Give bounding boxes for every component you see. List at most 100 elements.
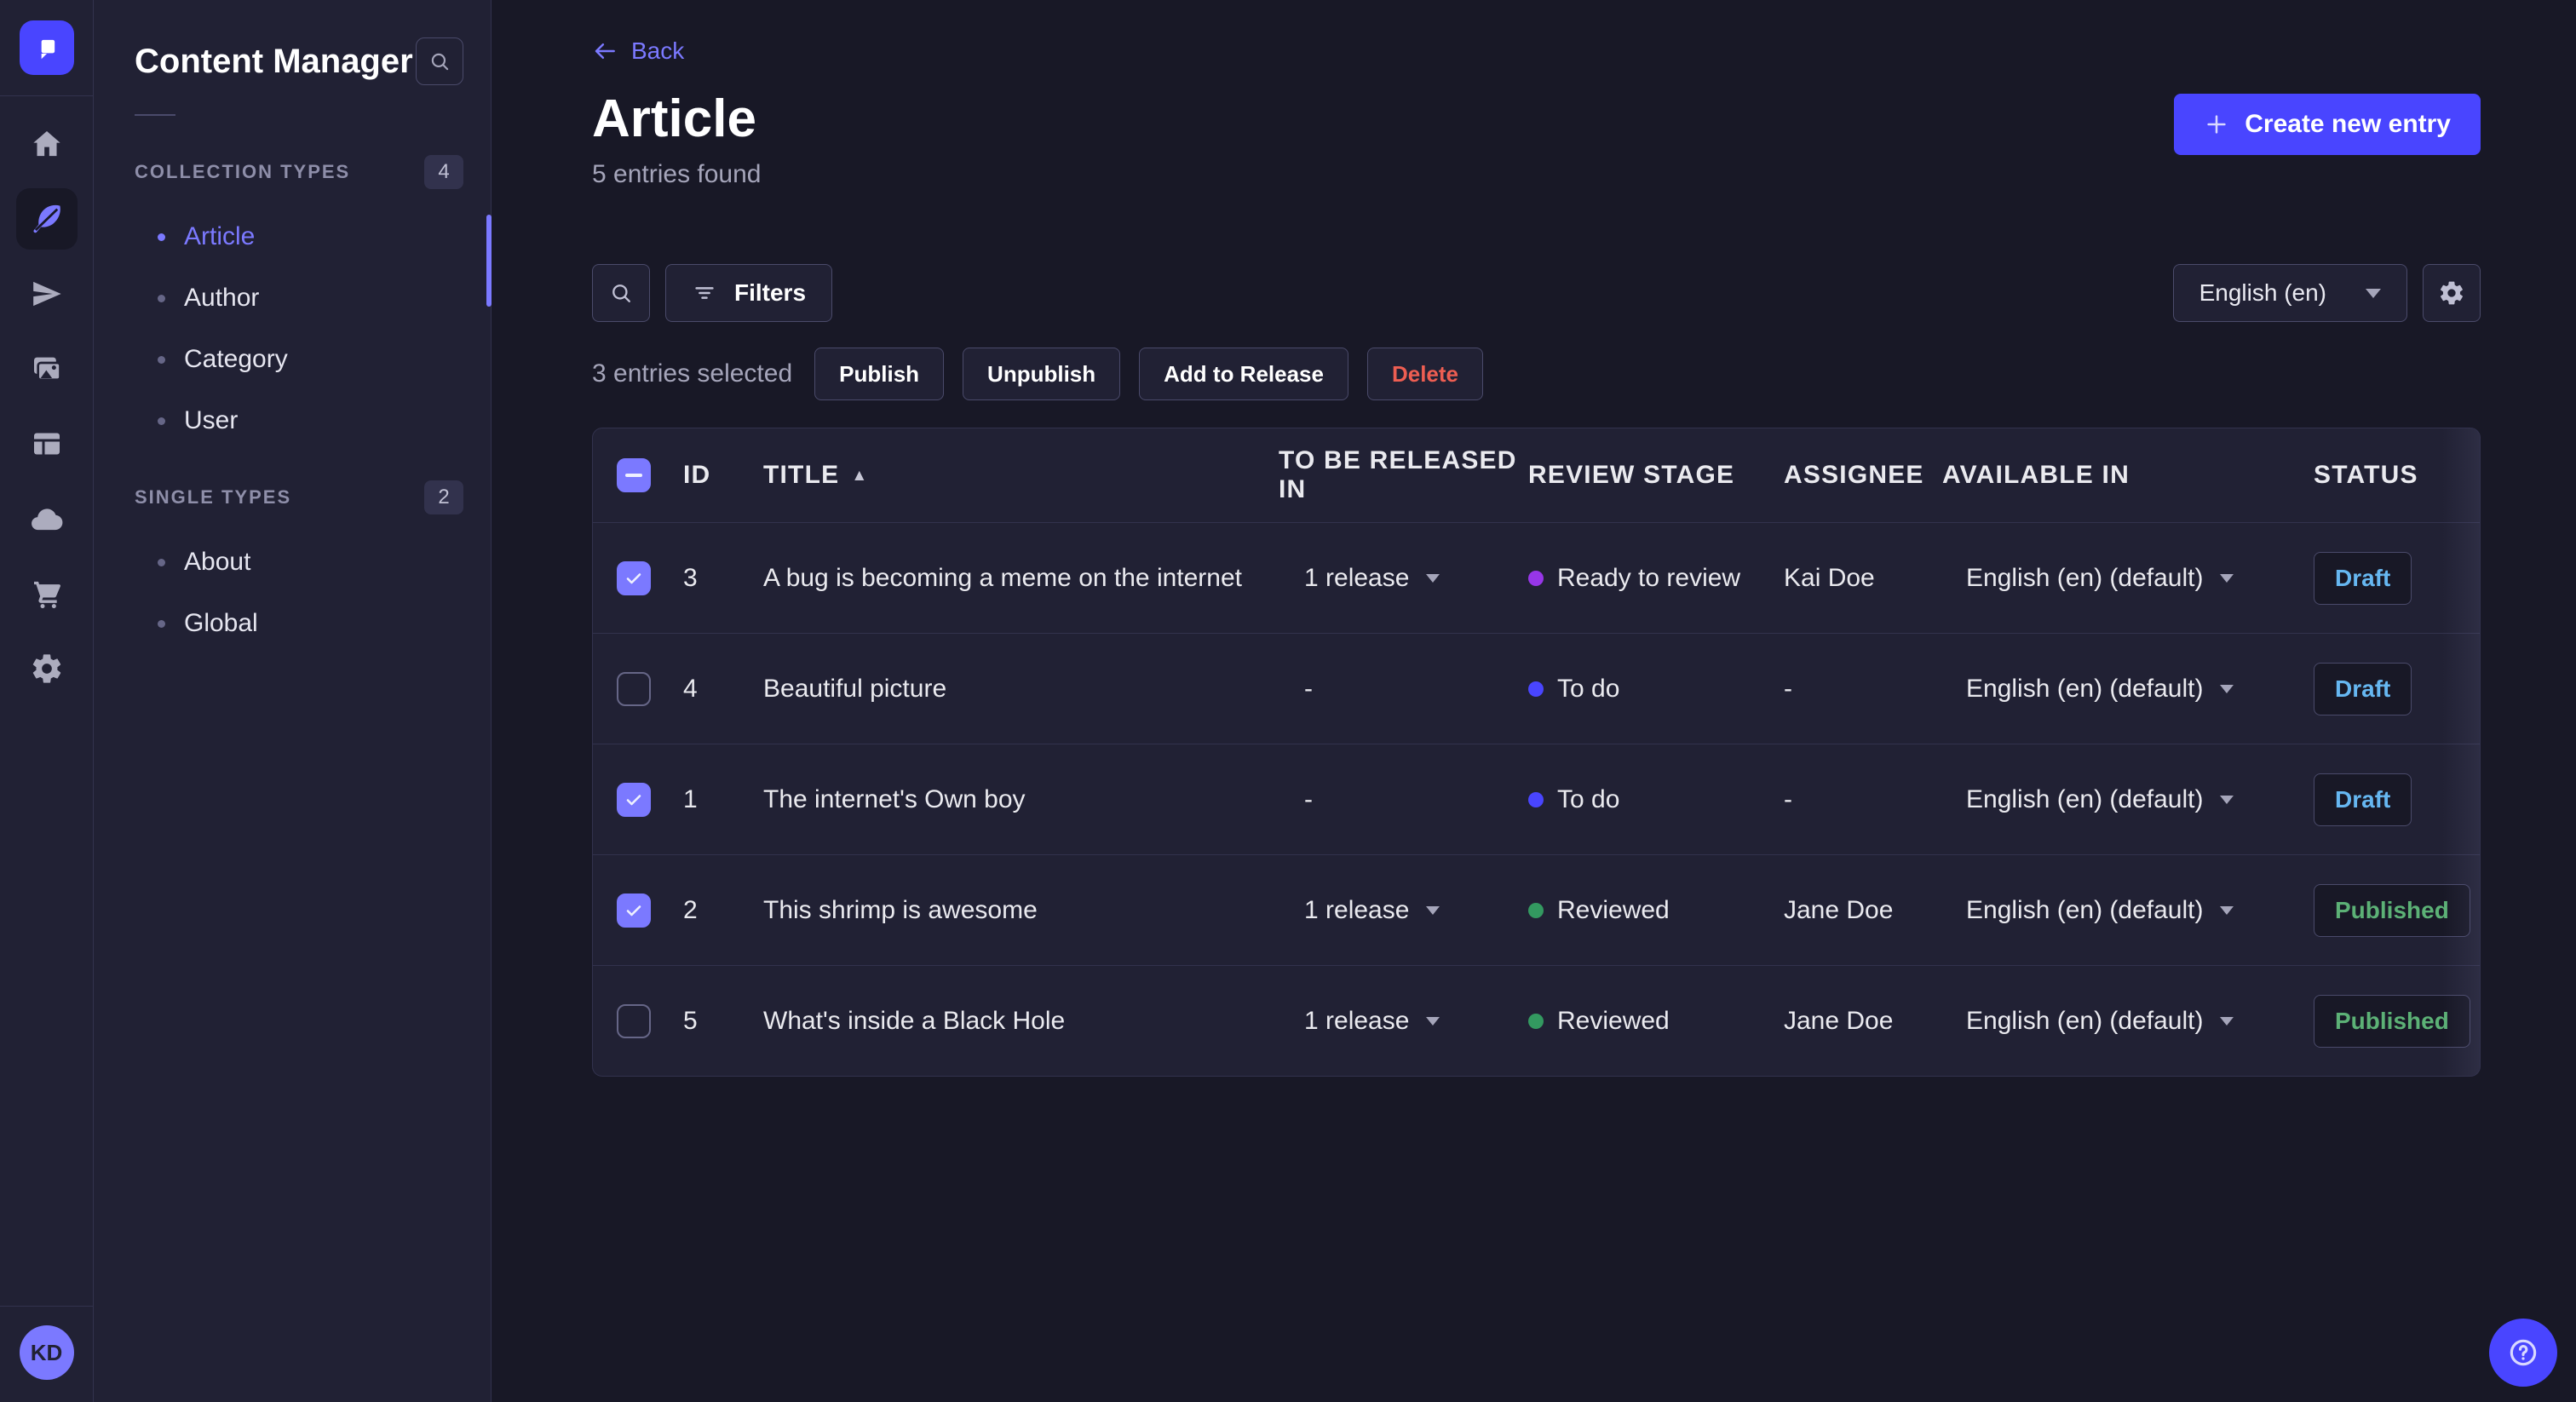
- stage-dot-icon: [1528, 902, 1544, 918]
- column-header-to-be-released-in: TO BE RELEASED IN: [1279, 446, 1517, 504]
- status-badge: Draft: [2314, 551, 2412, 605]
- sidebar-item-label: User: [184, 406, 239, 434]
- filter-icon: [695, 287, 714, 300]
- sidebar-item-global[interactable]: Global: [94, 593, 491, 654]
- chevron-down-icon: [1426, 573, 1440, 583]
- collection-types-heading: COLLECTION TYPES: [135, 161, 351, 182]
- table-row[interactable]: 2 This shrimp is awesome 1 release Revie…: [593, 854, 2480, 965]
- cell-review-stage: To do: [1528, 785, 1784, 814]
- layout-icon: [33, 433, 60, 455]
- bullet-icon: [158, 558, 165, 566]
- cell-id: 4: [683, 674, 698, 703]
- column-header-assignee: ASSIGNEE: [1784, 461, 1924, 490]
- stage-dot-icon: [1528, 570, 1544, 586]
- cell-id: 2: [683, 895, 698, 924]
- table-row[interactable]: 5 What's inside a Black Hole 1 release R…: [593, 965, 2480, 1076]
- delete-button[interactable]: Delete: [1366, 348, 1484, 401]
- filters-button[interactable]: Filters: [665, 264, 833, 323]
- select-all-checkbox[interactable]: [617, 458, 651, 493]
- sidebar-item-about[interactable]: About: [94, 531, 491, 593]
- locale-cell-select[interactable]: English (en) (default): [1942, 785, 2314, 814]
- sidebar-item-user[interactable]: User: [94, 390, 491, 451]
- arrow-left-icon: [595, 43, 615, 59]
- chevron-down-icon: [2220, 684, 2234, 693]
- nav-content-type-builder-button[interactable]: [16, 413, 78, 474]
- status-badge: Draft: [2314, 773, 2412, 826]
- strapi-logo[interactable]: [19, 20, 74, 75]
- main-content: Back Article 5 entries found Create new …: [492, 0, 2576, 1402]
- column-header-available-in: AVAILABLE IN: [1942, 461, 2130, 490]
- cell-release-empty: -: [1304, 674, 1313, 703]
- table-row[interactable]: 3 A bug is becoming a meme on the intern…: [593, 522, 2480, 633]
- bullet-icon: [158, 233, 165, 241]
- nav-content-manager-button[interactable]: [15, 188, 78, 250]
- help-button[interactable]: [2489, 1319, 2557, 1387]
- check-icon: [626, 794, 641, 805]
- strapi-logo-icon: [41, 39, 55, 60]
- chevron-down-icon: [2220, 905, 2234, 915]
- row-checkbox[interactable]: [617, 782, 651, 817]
- sort-asc-icon: ▲: [851, 466, 869, 485]
- sidebar-title: Content Manager: [135, 42, 413, 80]
- table-row[interactable]: 1 The internet's Own boy - To do - Engli…: [593, 744, 2480, 854]
- row-checkbox[interactable]: [617, 560, 651, 595]
- release-select[interactable]: 1 release: [1279, 564, 1528, 593]
- locale-select[interactable]: English (en): [2172, 264, 2407, 323]
- sidebar-item-category[interactable]: Category: [94, 329, 491, 390]
- filters-label: Filters: [734, 279, 807, 307]
- cell-release-empty: -: [1304, 784, 1313, 813]
- sidebar-search-button[interactable]: [416, 37, 463, 85]
- cell-assignee: -: [1784, 784, 1792, 813]
- entries-table: ID TITLE ▲ TO BE RELEASED IN REVIEW STAG…: [592, 428, 2481, 1077]
- status-badge: Published: [2314, 883, 2470, 937]
- nav-marketplace-button[interactable]: [16, 563, 78, 624]
- locale-cell-select[interactable]: English (en) (default): [1942, 675, 2314, 704]
- cell-assignee: Kai Doe: [1784, 563, 1875, 592]
- nav-settings-button[interactable]: [16, 638, 78, 699]
- question-icon: [2510, 1339, 2537, 1366]
- locale-cell-select[interactable]: English (en) (default): [1942, 564, 2314, 593]
- home-icon: [32, 131, 60, 157]
- unpublish-button[interactable]: Unpublish: [963, 348, 1121, 401]
- check-icon: [626, 905, 641, 916]
- table-search-button[interactable]: [592, 264, 650, 323]
- column-header-id[interactable]: ID: [675, 461, 763, 490]
- nav-home-button[interactable]: [16, 113, 78, 175]
- nav-releases-button[interactable]: [16, 263, 78, 325]
- entries-count: 5 entries found: [592, 160, 762, 189]
- release-select[interactable]: 1 release: [1279, 1007, 1528, 1036]
- back-link[interactable]: Back: [592, 37, 684, 65]
- gear-icon: [2441, 281, 2463, 305]
- cart-icon: [33, 581, 60, 609]
- create-new-entry-button[interactable]: Create new entry: [2174, 94, 2481, 155]
- cell-assignee: -: [1784, 674, 1792, 703]
- table-row[interactable]: 4 Beautiful picture - To do - English (e…: [593, 633, 2480, 744]
- locale-cell-select[interactable]: English (en) (default): [1942, 1007, 2314, 1036]
- add-to-release-button[interactable]: Add to Release: [1139, 348, 1348, 401]
- cell-assignee: Jane Doe: [1784, 895, 1894, 924]
- cell-id: 5: [683, 1006, 698, 1035]
- cell-review-stage: Reviewed: [1528, 1007, 1784, 1036]
- row-checkbox[interactable]: [617, 893, 651, 928]
- row-checkbox[interactable]: [617, 1003, 651, 1038]
- cell-review-stage: To do: [1528, 675, 1784, 704]
- release-select[interactable]: 1 release: [1279, 896, 1528, 925]
- sidebar-item-author[interactable]: Author: [94, 267, 491, 329]
- locale-cell-select[interactable]: English (en) (default): [1942, 896, 2314, 925]
- check-icon: [626, 572, 641, 583]
- publish-button[interactable]: Publish: [814, 348, 945, 401]
- nav-deploy-button[interactable]: [16, 488, 78, 549]
- sidebar-item-label: Global: [184, 609, 258, 637]
- sidebar-item-article[interactable]: Article: [94, 206, 491, 267]
- create-new-entry-label: Create new entry: [2245, 110, 2451, 138]
- stage-dot-icon: [1528, 1013, 1544, 1029]
- search-icon: [612, 284, 630, 303]
- indeterminate-icon: [625, 474, 642, 478]
- column-header-title[interactable]: TITLE ▲: [763, 461, 1279, 490]
- user-avatar[interactable]: KD: [19, 1325, 74, 1380]
- row-checkbox[interactable]: [617, 671, 651, 706]
- bullet-icon: [158, 294, 165, 302]
- page-title: Article: [592, 89, 756, 148]
- view-settings-button[interactable]: [2423, 264, 2481, 323]
- nav-media-library-button[interactable]: [16, 338, 78, 399]
